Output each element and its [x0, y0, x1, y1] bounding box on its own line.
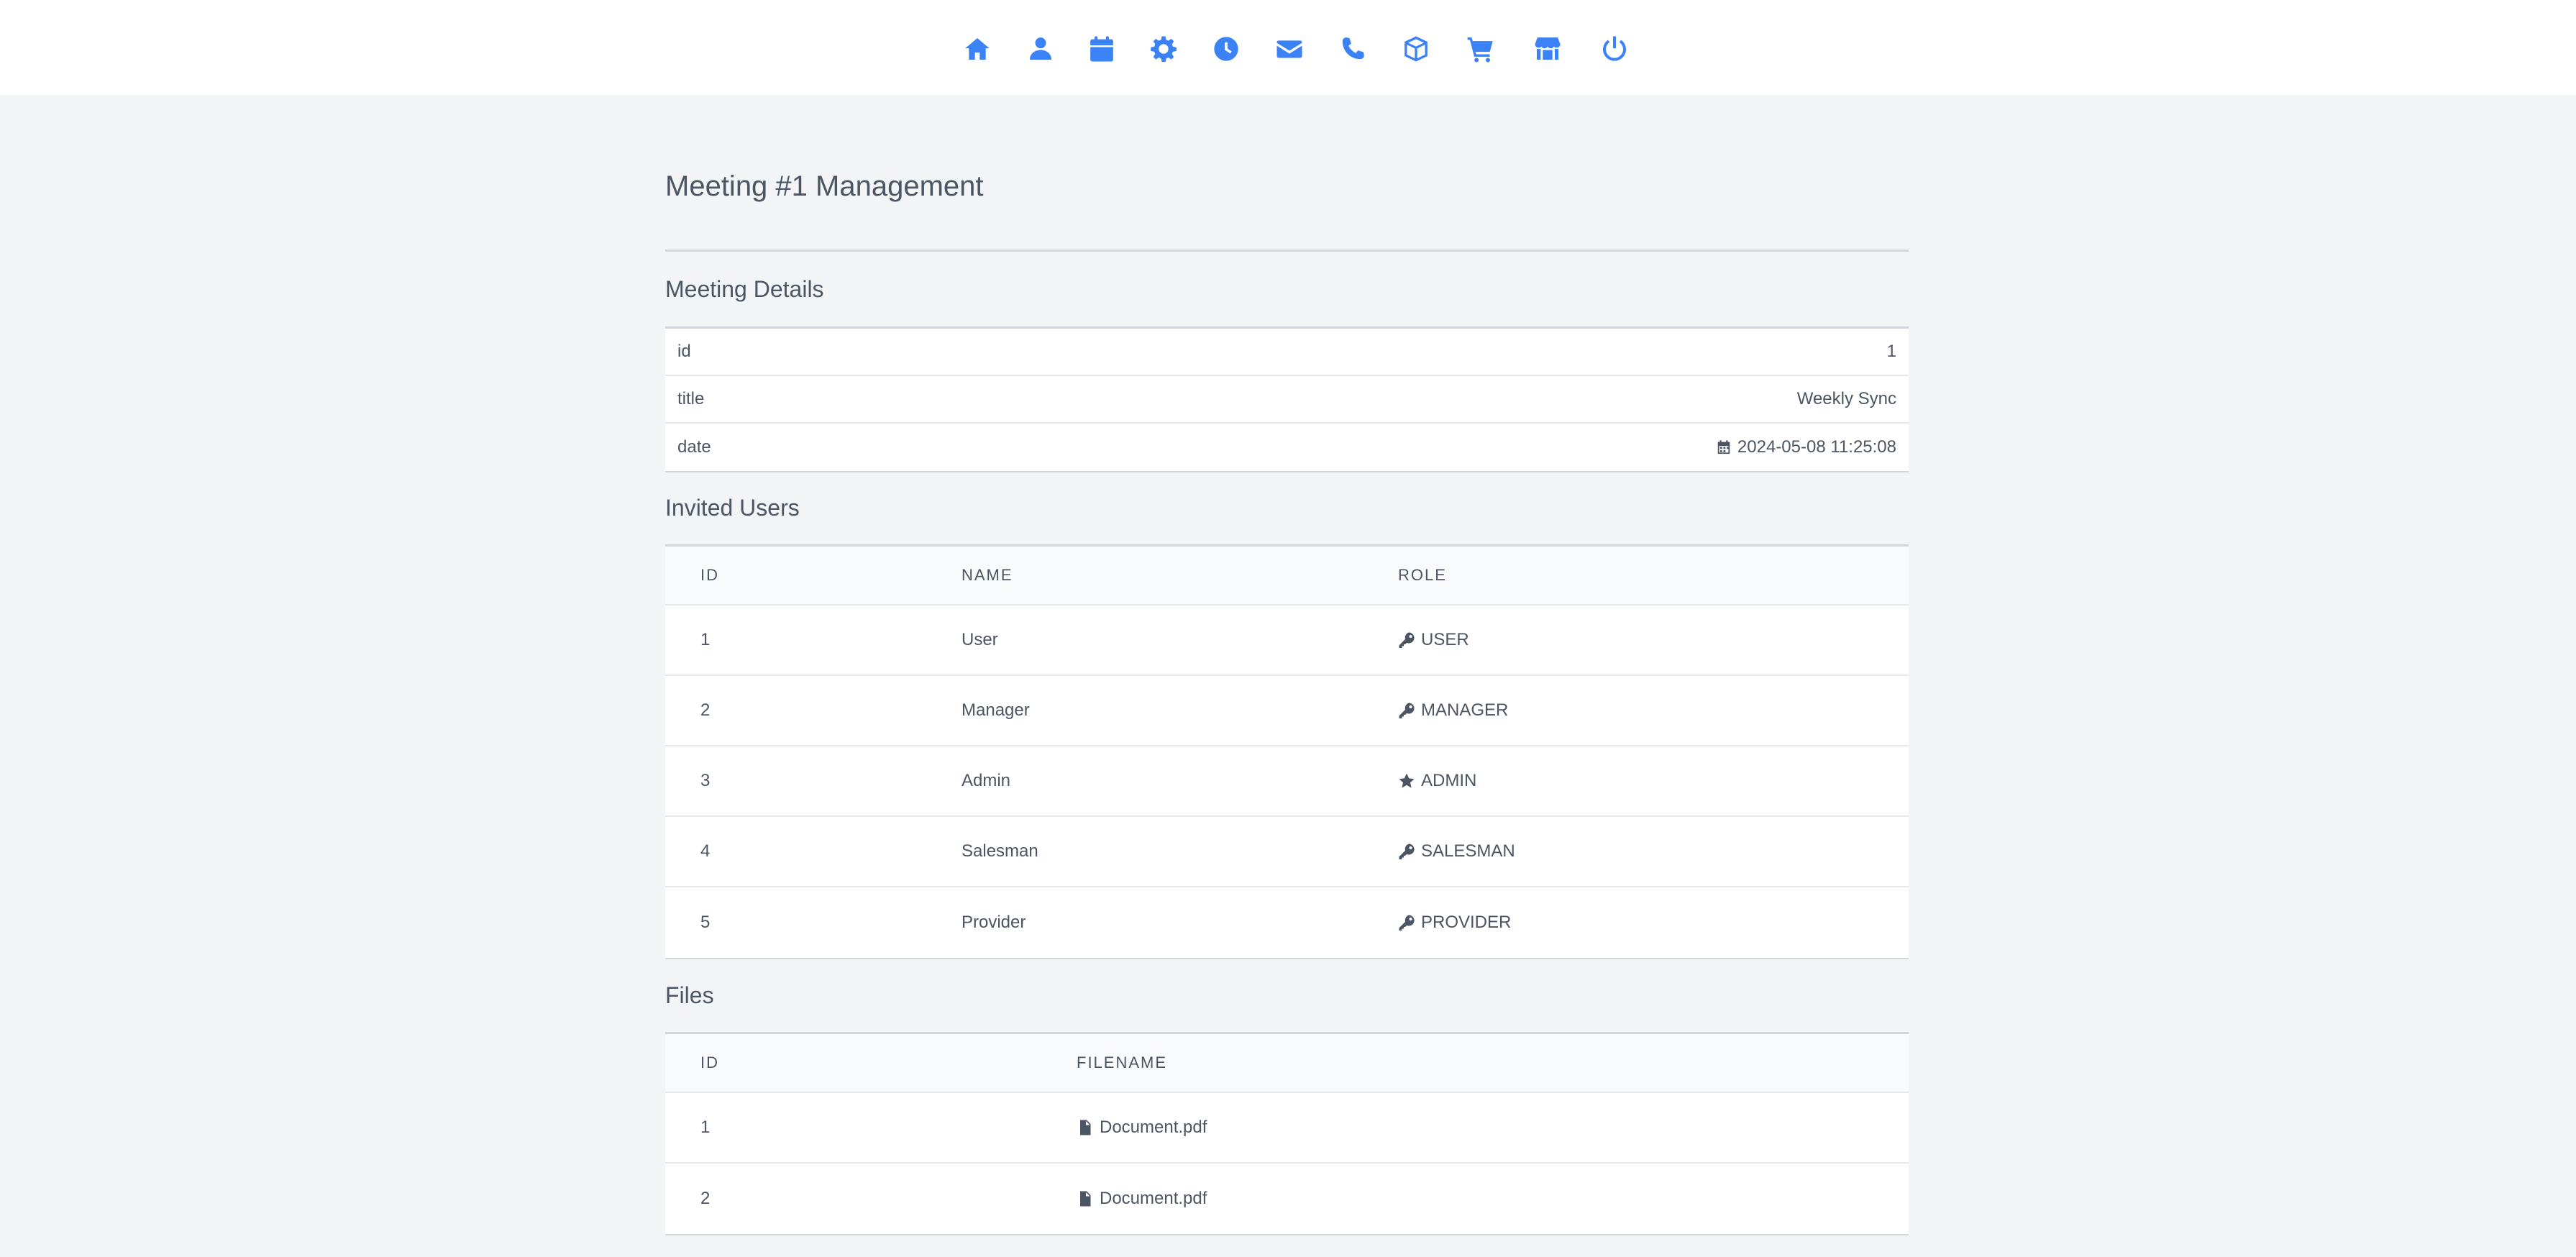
file-id: 2	[700, 1189, 711, 1208]
table-header: ID NAME ROLE	[665, 547, 1909, 605]
user-id: 4	[700, 841, 711, 861]
detail-label: title	[677, 389, 705, 408]
detail-value: 2024-05-08 11:25:08	[1737, 437, 1896, 457]
star-icon	[1399, 773, 1415, 788]
table-row: 1 User USER	[665, 605, 1909, 676]
calendar-icon[interactable]	[1086, 33, 1118, 65]
column-header-id: ID	[700, 566, 719, 584]
role-label: MANAGER	[1421, 700, 1509, 720]
user-name: Salesman	[962, 841, 1038, 861]
home-icon[interactable]	[962, 33, 993, 65]
store-icon[interactable]	[1532, 33, 1563, 65]
user-name: Provider	[962, 913, 1026, 932]
top-navbar	[0, 0, 2576, 95]
table-row: 5 Provider PROVIDER	[665, 887, 1909, 958]
box-icon[interactable]	[1400, 33, 1432, 65]
user-id: 3	[700, 771, 711, 790]
meeting-details-list: id 1 title Weekly Sync date 2024-05-08 1…	[665, 326, 1909, 472]
file-name-label: Document.pdf	[1100, 1189, 1207, 1208]
detail-label: id	[677, 342, 691, 361]
detail-value: 1	[1886, 342, 1896, 361]
user-name: User	[962, 630, 998, 649]
user-id: 2	[700, 700, 711, 720]
table-row: 3 Admin ADMIN	[665, 746, 1909, 817]
user-role: USER	[1398, 630, 1469, 650]
meeting-details-heading: Meeting Details	[665, 276, 824, 302]
files-heading: Files	[665, 982, 714, 1008]
table-row: 2 Manager MANAGER	[665, 676, 1909, 746]
user-role: SALESMAN	[1398, 841, 1515, 861]
detail-row-id: id 1	[665, 329, 1909, 376]
table-row: 4 Salesman SALESMAN	[665, 817, 1909, 887]
power-icon[interactable]	[1599, 33, 1630, 65]
phone-icon[interactable]	[1337, 33, 1369, 65]
table-row: 2 Document.pdf	[665, 1164, 1909, 1234]
table-header: ID FILENAME	[665, 1034, 1909, 1093]
files-table: ID FILENAME 1 Document.pdf 2 Document.pd…	[665, 1032, 1909, 1235]
column-header-name: NAME	[962, 566, 1013, 584]
user-id: 1	[700, 630, 711, 649]
file-name[interactable]: Document.pdf	[1077, 1189, 1207, 1209]
key-icon	[1399, 703, 1415, 718]
user-name: Admin	[962, 771, 1011, 790]
invited-users-heading: Invited Users	[665, 495, 800, 521]
detail-value: Weekly Sync	[1796, 389, 1896, 408]
file-id: 1	[700, 1117, 711, 1137]
column-header-filename: FILENAME	[1077, 1053, 1168, 1071]
file-icon	[1080, 1191, 1091, 1207]
file-name[interactable]: Document.pdf	[1077, 1117, 1207, 1138]
calendar-icon	[1717, 440, 1730, 454]
cart-icon[interactable]	[1465, 33, 1497, 65]
role-label: USER	[1421, 630, 1469, 649]
key-icon	[1399, 844, 1415, 859]
divider	[665, 250, 1909, 252]
file-name-label: Document.pdf	[1100, 1117, 1207, 1137]
role-label: ADMIN	[1421, 771, 1477, 790]
clock-icon[interactable]	[1210, 33, 1242, 65]
user-name: Manager	[962, 700, 1030, 720]
role-label: SALESMAN	[1421, 841, 1515, 861]
user-role: ADMIN	[1398, 771, 1476, 791]
settings-gear-icon[interactable]	[1148, 33, 1179, 65]
page-title: Meeting #1 Management	[665, 170, 984, 202]
user-role: MANAGER	[1398, 700, 1508, 721]
detail-row-date: date 2024-05-08 11:25:08	[665, 424, 1909, 471]
detail-label: date	[677, 437, 711, 457]
detail-row-title: title Weekly Sync	[665, 376, 1909, 424]
key-icon	[1399, 915, 1415, 931]
user-icon[interactable]	[1025, 33, 1056, 65]
key-icon	[1399, 632, 1415, 648]
table-row: 1 Document.pdf	[665, 1093, 1909, 1164]
file-icon	[1080, 1120, 1091, 1135]
role-label: PROVIDER	[1421, 913, 1512, 932]
column-header-role: ROLE	[1398, 566, 1447, 584]
user-id: 5	[700, 913, 711, 932]
column-header-id: ID	[700, 1053, 719, 1071]
user-role: PROVIDER	[1398, 913, 1511, 933]
mail-icon[interactable]	[1274, 33, 1305, 65]
invited-users-table: ID NAME ROLE 1 User USER 2 Manager MANAG…	[665, 544, 1909, 959]
